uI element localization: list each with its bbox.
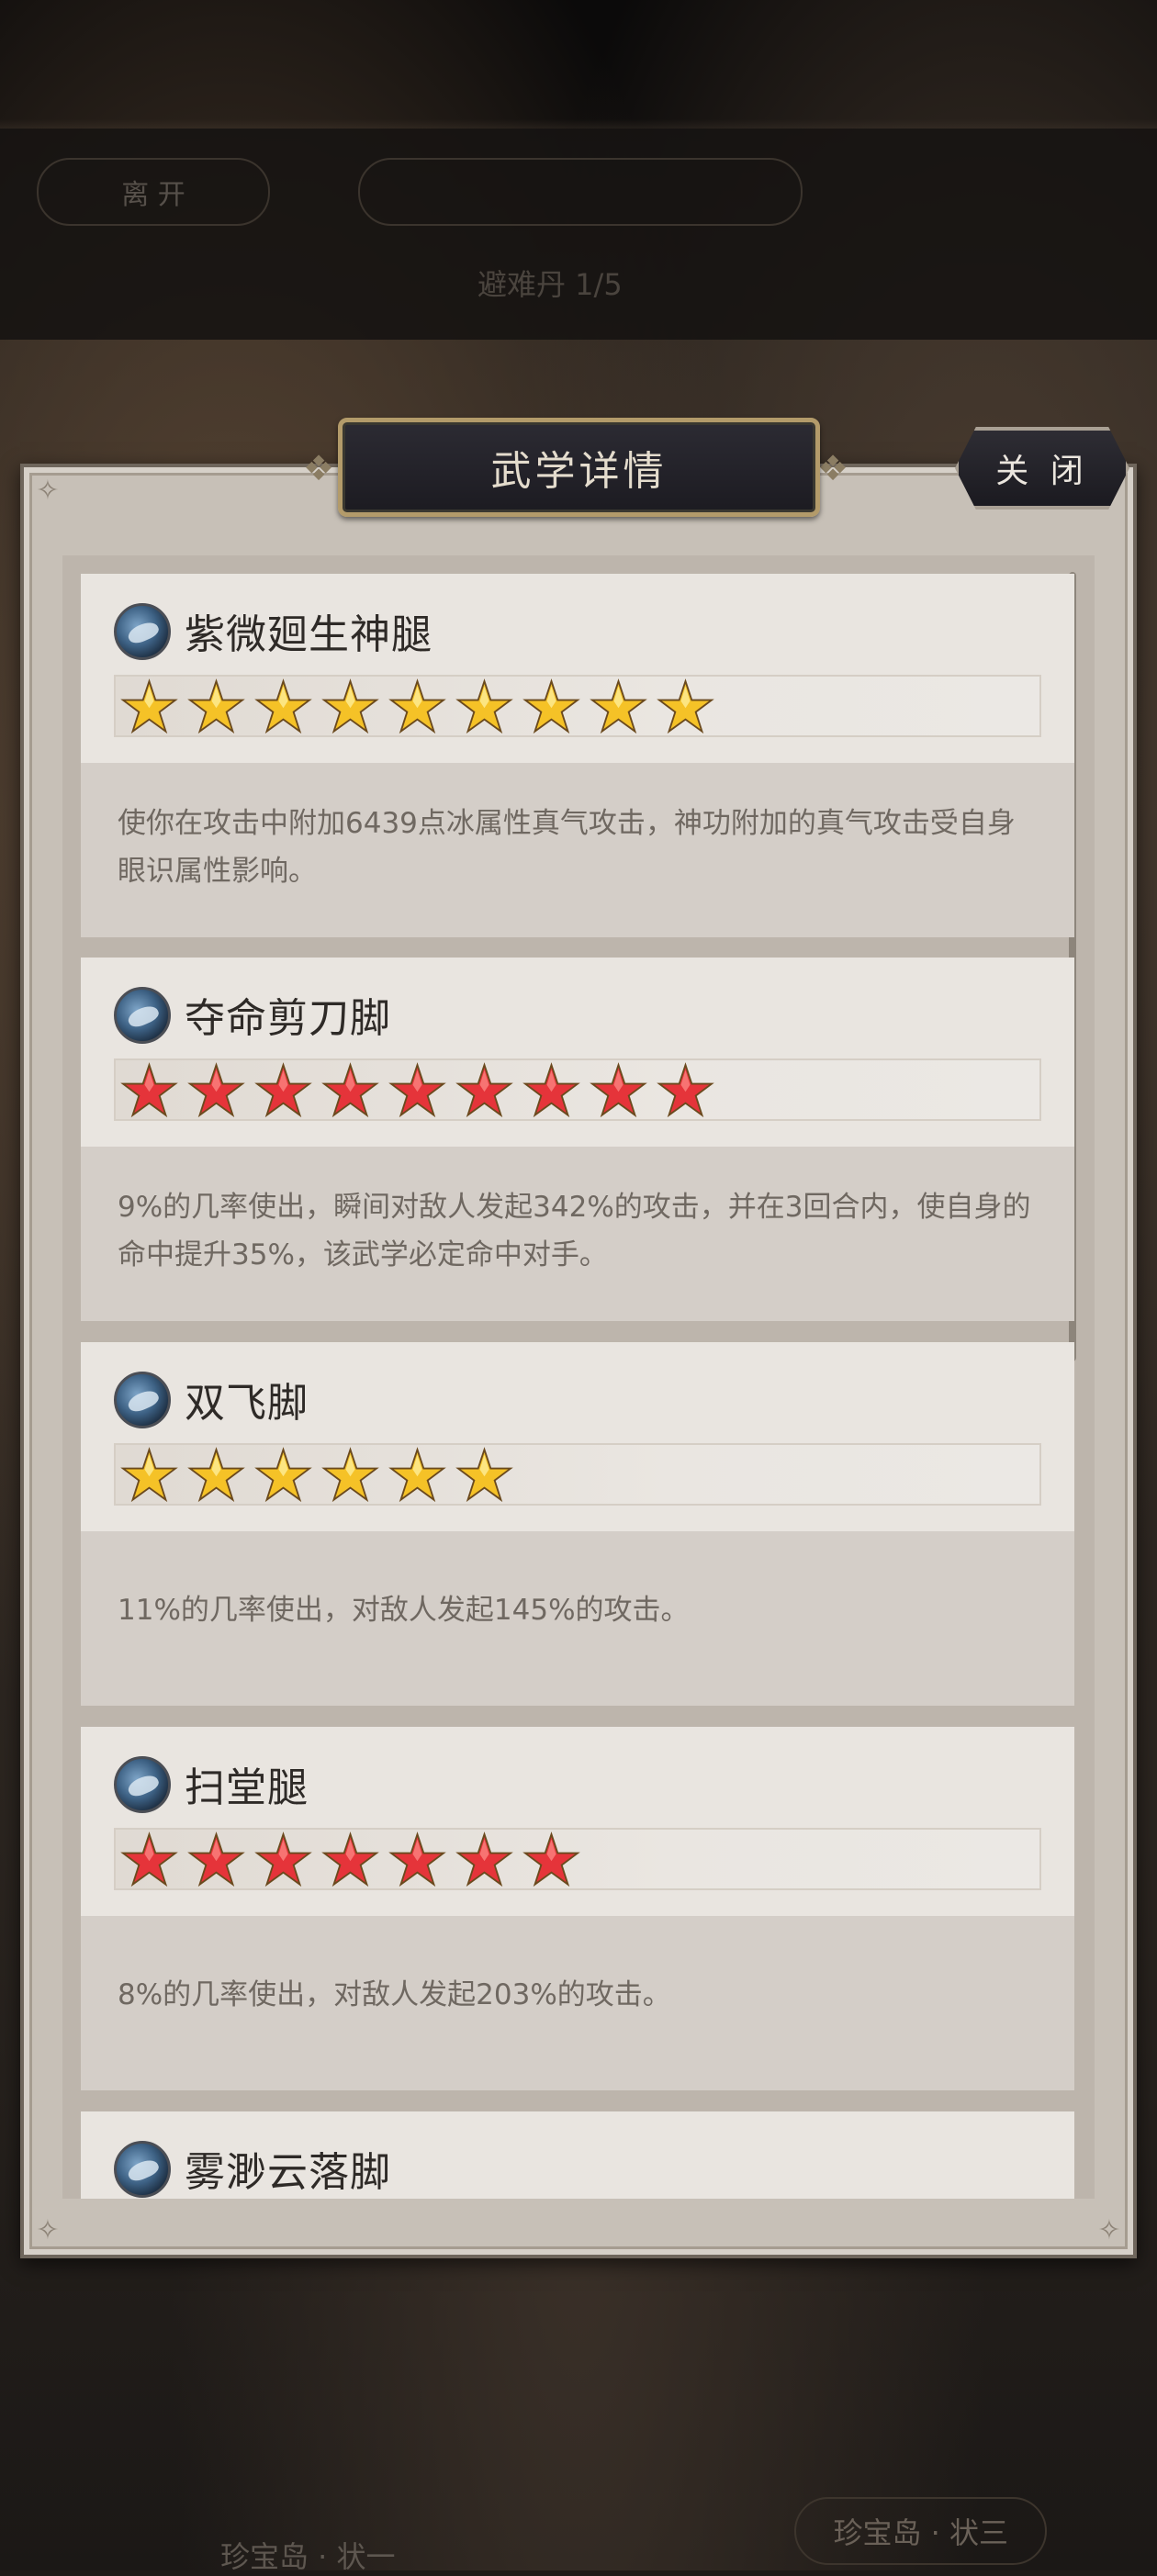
skill-card[interactable]: 夺命剪刀脚 9%的几率使出，瞬间对敌人发起342%的攻击，并在3回合内，使自身的… xyxy=(81,958,1074,1321)
star-icon xyxy=(120,1062,178,1118)
star-icon xyxy=(187,1831,245,1887)
close-button[interactable]: 关 闭 xyxy=(955,427,1129,510)
skill-card-header: 双飞脚 xyxy=(81,1342,1074,1531)
skill-list[interactable]: 紫微廻生神腿 使你在攻击中附加6439点冰属性真气攻击，神功附加的真气攻击受自身… xyxy=(62,555,1095,2199)
star-icon xyxy=(455,1062,513,1118)
title-ornament-right-icon: ❖ xyxy=(817,448,849,488)
star-icon xyxy=(388,1447,446,1503)
kick-skill-icon xyxy=(114,987,171,1044)
star-icon xyxy=(455,678,513,734)
skill-card-header: 雾渺云落脚 xyxy=(81,2111,1074,2199)
star-icon xyxy=(590,1062,647,1118)
skill-card-header: 扫堂腿 xyxy=(81,1727,1074,1916)
kick-skill-icon xyxy=(114,1756,171,1813)
star-icon xyxy=(187,1447,245,1503)
star-icon xyxy=(254,678,312,734)
skill-card[interactable]: 扫堂腿 8%的几率使出，对敌人发起203%的攻击。 xyxy=(81,1727,1074,2090)
skill-name: 扫堂腿 xyxy=(185,1764,309,1811)
star-icon xyxy=(388,678,446,734)
star-icon xyxy=(590,678,647,734)
top-center-panel xyxy=(358,158,803,226)
star-icon xyxy=(120,678,178,734)
kick-skill-icon xyxy=(114,2141,171,2198)
star-icon xyxy=(522,678,580,734)
corner-ornament-icon: ✧ xyxy=(1097,2214,1121,2246)
top-sub-text: 避难丹 1/5 xyxy=(477,267,623,302)
star-icon xyxy=(187,1062,245,1118)
skill-card[interactable]: 紫微廻生神腿 使你在攻击中附加6439点冰属性真气攻击，神功附加的真气攻击受自身… xyxy=(81,574,1074,937)
star-icon xyxy=(657,1062,714,1118)
star-icon xyxy=(455,1831,513,1887)
star-rating xyxy=(114,1443,1041,1506)
star-icon xyxy=(522,1062,580,1118)
skill-name: 双飞脚 xyxy=(185,1380,309,1427)
star-icon xyxy=(522,1831,580,1887)
kick-skill-icon xyxy=(114,1372,171,1428)
star-icon xyxy=(455,1447,513,1503)
corner-ornament-icon: ✧ xyxy=(36,2214,60,2246)
skill-card[interactable]: 双飞脚 11%的几率使出，对敌人发起145%的攻击。 xyxy=(81,1342,1074,1706)
star-rating xyxy=(114,675,1041,737)
skill-name: 夺命剪刀脚 xyxy=(185,995,391,1042)
star-icon xyxy=(120,1831,178,1887)
title-ornament-left-icon: ❖ xyxy=(303,448,335,488)
star-icon xyxy=(321,1447,379,1503)
star-icon xyxy=(388,1831,446,1887)
skill-card-header: 夺命剪刀脚 xyxy=(81,958,1074,1147)
skill-description: 11%的几率使出，对敌人发起145%的攻击。 xyxy=(81,1531,1074,1706)
skill-card[interactable]: 雾渺云落脚 xyxy=(81,2111,1074,2199)
skill-description: 8%的几率使出，对敌人发起203%的攻击。 xyxy=(81,1916,1074,2090)
skill-description: 使你在攻击中附加6439点冰属性真气攻击，神功附加的真气攻击受自身眼识属性影响。 xyxy=(81,763,1074,937)
star-rating xyxy=(114,1058,1041,1121)
bottom-location-hint-left: 珍宝岛 · 状一 xyxy=(220,2539,396,2574)
skill-description: 9%的几率使出，瞬间对敌人发起342%的攻击，并在3回合内，使自身的命中提升35… xyxy=(81,1147,1074,1321)
star-icon xyxy=(321,1062,379,1118)
dialog-title: 武学详情 xyxy=(338,418,820,517)
skill-card-header: 紫微廻生神腿 xyxy=(81,574,1074,763)
leave-button: 离 开 xyxy=(37,158,270,226)
star-icon xyxy=(254,1447,312,1503)
star-icon xyxy=(321,678,379,734)
bottom-location-hint: 珍宝岛 · 状三 xyxy=(794,2497,1047,2565)
skill-name: 雾渺云落脚 xyxy=(185,2149,391,2196)
star-icon xyxy=(187,678,245,734)
star-icon xyxy=(254,1831,312,1887)
star-icon xyxy=(657,678,714,734)
star-icon xyxy=(254,1062,312,1118)
kick-skill-icon xyxy=(114,603,171,660)
star-rating xyxy=(114,1828,1041,1890)
star-icon xyxy=(321,1831,379,1887)
star-icon xyxy=(388,1062,446,1118)
corner-ornament-icon: ✧ xyxy=(36,475,60,507)
skill-name: 紫微廻生神腿 xyxy=(185,611,432,658)
star-icon xyxy=(120,1447,178,1503)
